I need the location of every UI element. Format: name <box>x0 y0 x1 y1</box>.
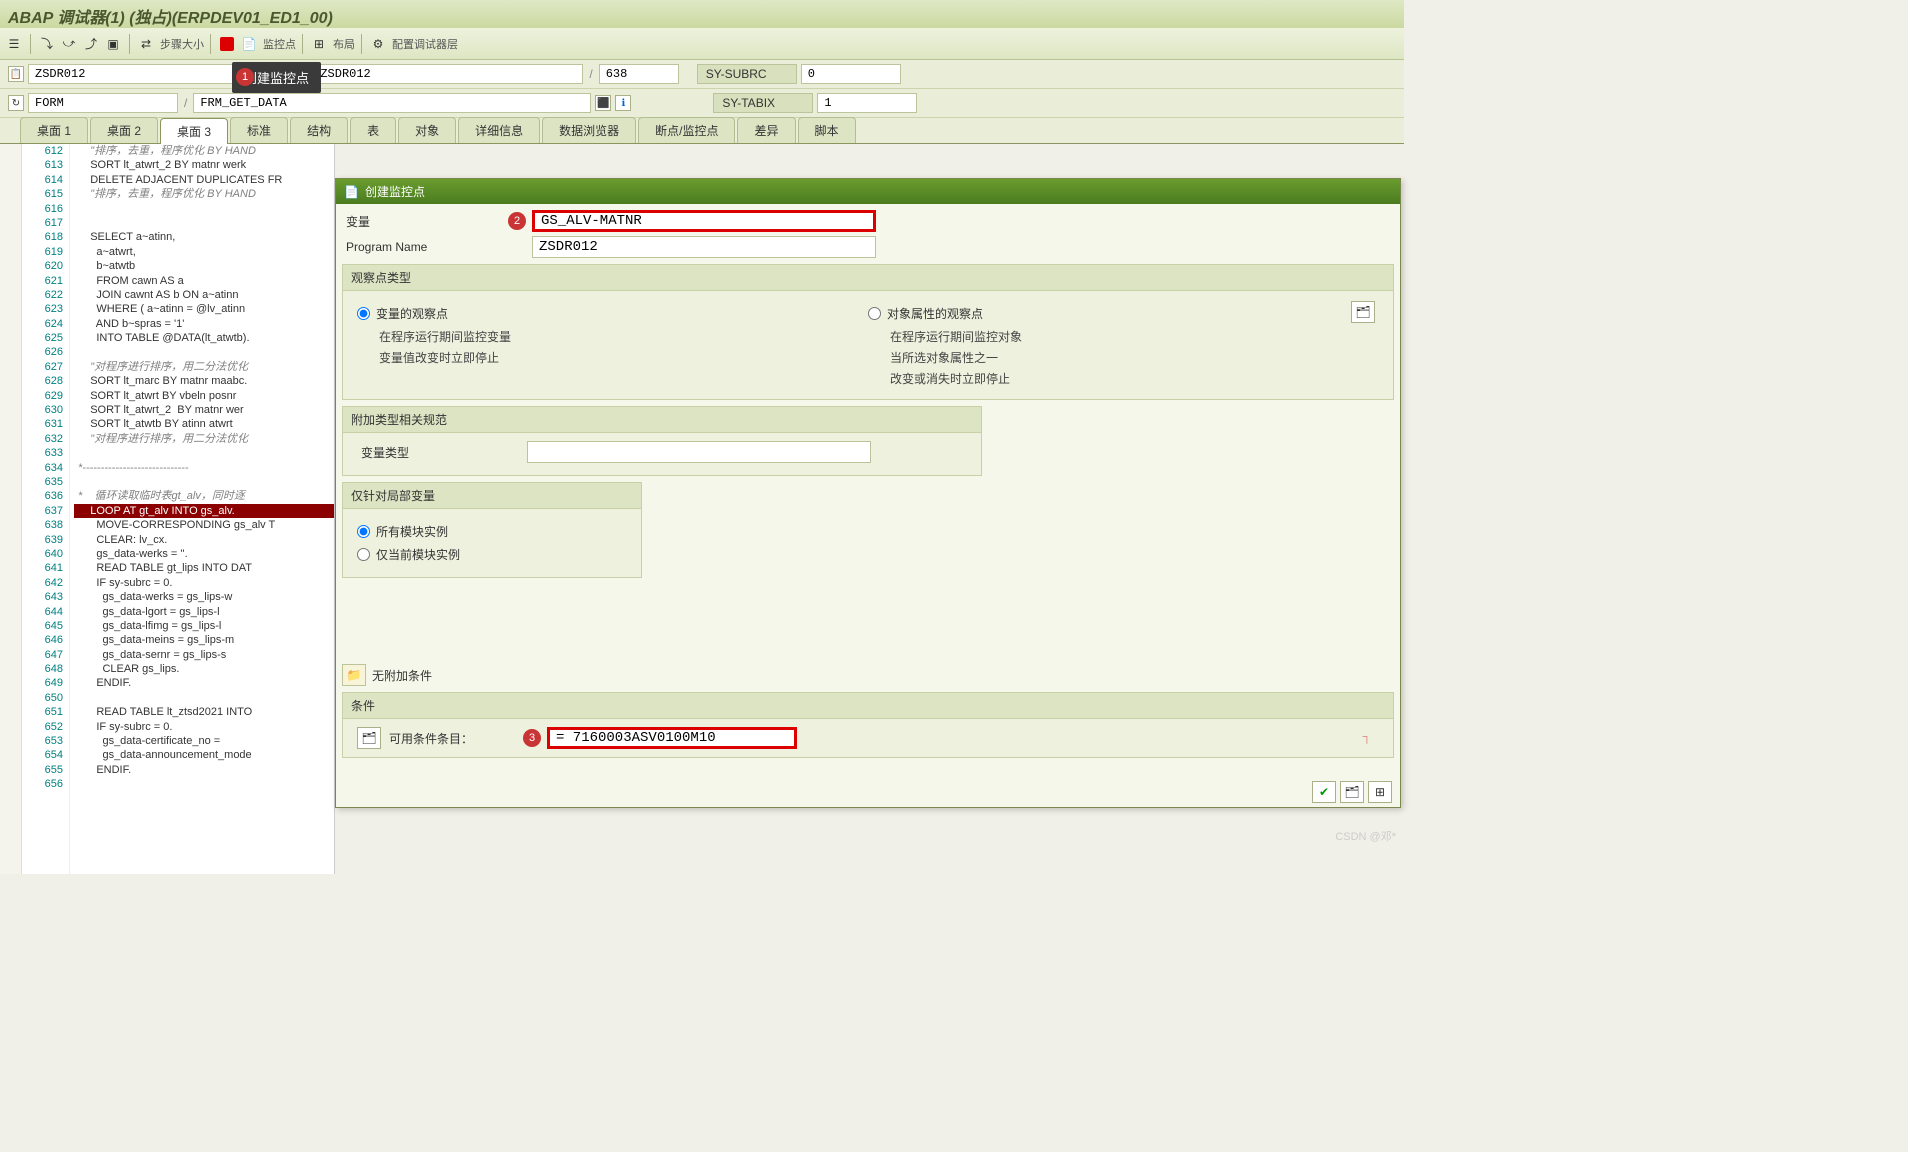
program-name-input[interactable] <box>532 236 876 258</box>
breakpoint-gutter[interactable] <box>0 144 22 874</box>
tab-7[interactable]: 详细信息 <box>458 117 540 143</box>
var-desc-2: 变量值改变时立即停止 <box>379 349 868 366</box>
radio-variable-input[interactable] <box>357 307 370 320</box>
option-button-2[interactable]: ⊞ <box>1368 781 1392 803</box>
step-out-icon[interactable]: ⤴ <box>81 34 101 54</box>
step-over-icon[interactable]: ⤻ <box>59 34 79 54</box>
tab-11[interactable]: 脚本 <box>798 117 856 143</box>
radio-all-input[interactable] <box>357 525 370 538</box>
dialog-titlebar: 📄 创建监控点 <box>336 179 1400 204</box>
badge-1: 1 <box>236 68 254 86</box>
folder-icon[interactable]: 📁 <box>342 664 366 686</box>
layout-icon[interactable]: ⊞ <box>309 34 329 54</box>
tab-4[interactable]: 结构 <box>290 117 348 143</box>
event-icon[interactable]: ↻ <box>8 95 24 111</box>
obj-desc-2: 当所选对象属性之一 <box>890 349 1379 366</box>
tab-5[interactable]: 表 <box>350 117 396 143</box>
tabix-value[interactable] <box>817 93 917 113</box>
watch-type-group: 观察点类型 变量的观察点 在程序运行期间监控变量 变量值改变时立即停止 对 <box>342 264 1394 400</box>
routine-field[interactable] <box>193 93 591 113</box>
watchpoint-icon[interactable]: 📄 <box>239 34 259 54</box>
step-size-label: 步骤大小 <box>160 36 204 52</box>
desktop-tabs: 桌面 1桌面 2桌面 3标准结构表对象详细信息数据浏览器断点/监控点差异脚本 <box>0 118 1404 144</box>
local-scope-group: 仅针对局部变量 所有模块实例 仅当前模块实例 <box>342 482 642 578</box>
badge-3: 3 <box>523 729 541 747</box>
continue-icon[interactable]: ▣ <box>103 34 123 54</box>
tab-0[interactable]: 桌面 1 <box>20 117 88 143</box>
tabix-label: SY-TABIX <box>713 93 813 113</box>
radio-object-input[interactable] <box>868 307 881 320</box>
config-label: 配置调试器层 <box>392 36 458 52</box>
tab-3[interactable]: 标准 <box>230 117 288 143</box>
subrc-value[interactable] <box>801 64 901 84</box>
option-button-1[interactable]: 🗂 <box>1340 781 1364 803</box>
badge-2: 2 <box>508 212 526 230</box>
additional-type-group: 附加类型相关规范 变量类型 <box>342 406 982 476</box>
tab-8[interactable]: 数据浏览器 <box>542 117 636 143</box>
additional-type-title: 附加类型相关规范 <box>343 407 981 433</box>
create-watchpoint-dialog: 📄 创建监控点 变量 2 Program Name 观察点类型 <box>335 178 1401 808</box>
program-field-2[interactable] <box>313 64 583 84</box>
condition-icon[interactable]: 🗂 <box>357 727 381 749</box>
program-icon[interactable]: 📋 <box>8 66 24 82</box>
menu-icon[interactable]: ☰ <box>4 34 24 54</box>
source-panel: 6126136146156166176186196206216226236246… <box>0 144 335 874</box>
var-desc-1: 在程序运行期间监控变量 <box>379 328 868 345</box>
tab-9[interactable]: 断点/监控点 <box>638 117 735 143</box>
tab-6[interactable]: 对象 <box>398 117 456 143</box>
radio-current-module[interactable]: 仅当前模块实例 <box>357 546 627 563</box>
program-name-label: Program Name <box>342 240 532 254</box>
line-numbers: 6126136146156166176186196206216226236246… <box>22 144 70 874</box>
object-browse-icon[interactable]: 🗂 <box>1351 301 1375 323</box>
event-field[interactable] <box>28 93 178 113</box>
obj-desc-1: 在程序运行期间监控对象 <box>890 328 1379 345</box>
event-info-row: ↻ / ⬛ ℹ SY-TABIX <box>0 89 1404 118</box>
code-lines[interactable]: "排序，去重，程序优化 BY HAND SORT lt_atwrt_2 BY m… <box>74 144 334 874</box>
stop-icon[interactable] <box>217 34 237 54</box>
step-into-icon[interactable]: ⤵ <box>37 34 57 54</box>
condition-title: 条件 <box>343 693 1393 719</box>
line-field[interactable] <box>599 64 679 84</box>
no-condition-label: 无附加条件 <box>372 667 432 684</box>
info-icon[interactable]: ℹ <box>615 95 631 111</box>
window-title: ABAP 调试器(1) (独占)(ERPDEV01_ED1_00) <box>0 0 1404 28</box>
subrc-label: SY-SUBRC <box>697 64 797 84</box>
watermark: CSDN @邓* <box>1335 828 1396 844</box>
main-toolbar: ☰ ⤵ ⤻ ⤴ ▣ ⇄ 步骤大小 📄 监控点 ⊞ 布局 ⚙ 配置调试器层 <box>0 28 1404 60</box>
condition-group: 条件 🗂 可用条件条目： 3 ┐ <box>342 692 1394 758</box>
variable-label: 变量 <box>342 213 532 230</box>
watchpoint-label: 监控点 <box>263 36 296 52</box>
dialog-title-icon: 📄 <box>344 185 359 199</box>
confirm-button[interactable]: ✔ <box>1312 781 1336 803</box>
var-type-input[interactable] <box>527 441 871 463</box>
local-scope-title: 仅针对局部变量 <box>343 483 641 509</box>
watch-type-title: 观察点类型 <box>343 265 1393 291</box>
tab-1[interactable]: 桌面 2 <box>90 117 158 143</box>
step-size-icon[interactable]: ⇄ <box>136 34 156 54</box>
radio-variable[interactable]: 变量的观察点 <box>357 305 868 322</box>
tab-2[interactable]: 桌面 3 <box>160 118 228 144</box>
radio-cur-input[interactable] <box>357 548 370 561</box>
nav-icon-1[interactable]: ⬛ <box>595 95 611 111</box>
radio-object[interactable]: 对象属性的观察点 <box>868 305 1379 322</box>
obj-desc-3: 改变或消失时立即停止 <box>890 370 1379 387</box>
dialog-title-text: 创建监控点 <box>365 183 425 200</box>
config-icon[interactable]: ⚙ <box>368 34 388 54</box>
tab-10[interactable]: 差异 <box>737 117 795 143</box>
layout-label: 布局 <box>333 36 355 52</box>
var-type-label: 变量类型 <box>357 444 527 461</box>
condition-label: 可用条件条目： <box>389 730 539 747</box>
program-info-row: 📋 / / SY-SUBRC <box>0 60 1404 89</box>
variable-input[interactable] <box>532 210 876 232</box>
condition-input[interactable] <box>547 727 797 749</box>
radio-all-modules[interactable]: 所有模块实例 <box>357 523 627 540</box>
